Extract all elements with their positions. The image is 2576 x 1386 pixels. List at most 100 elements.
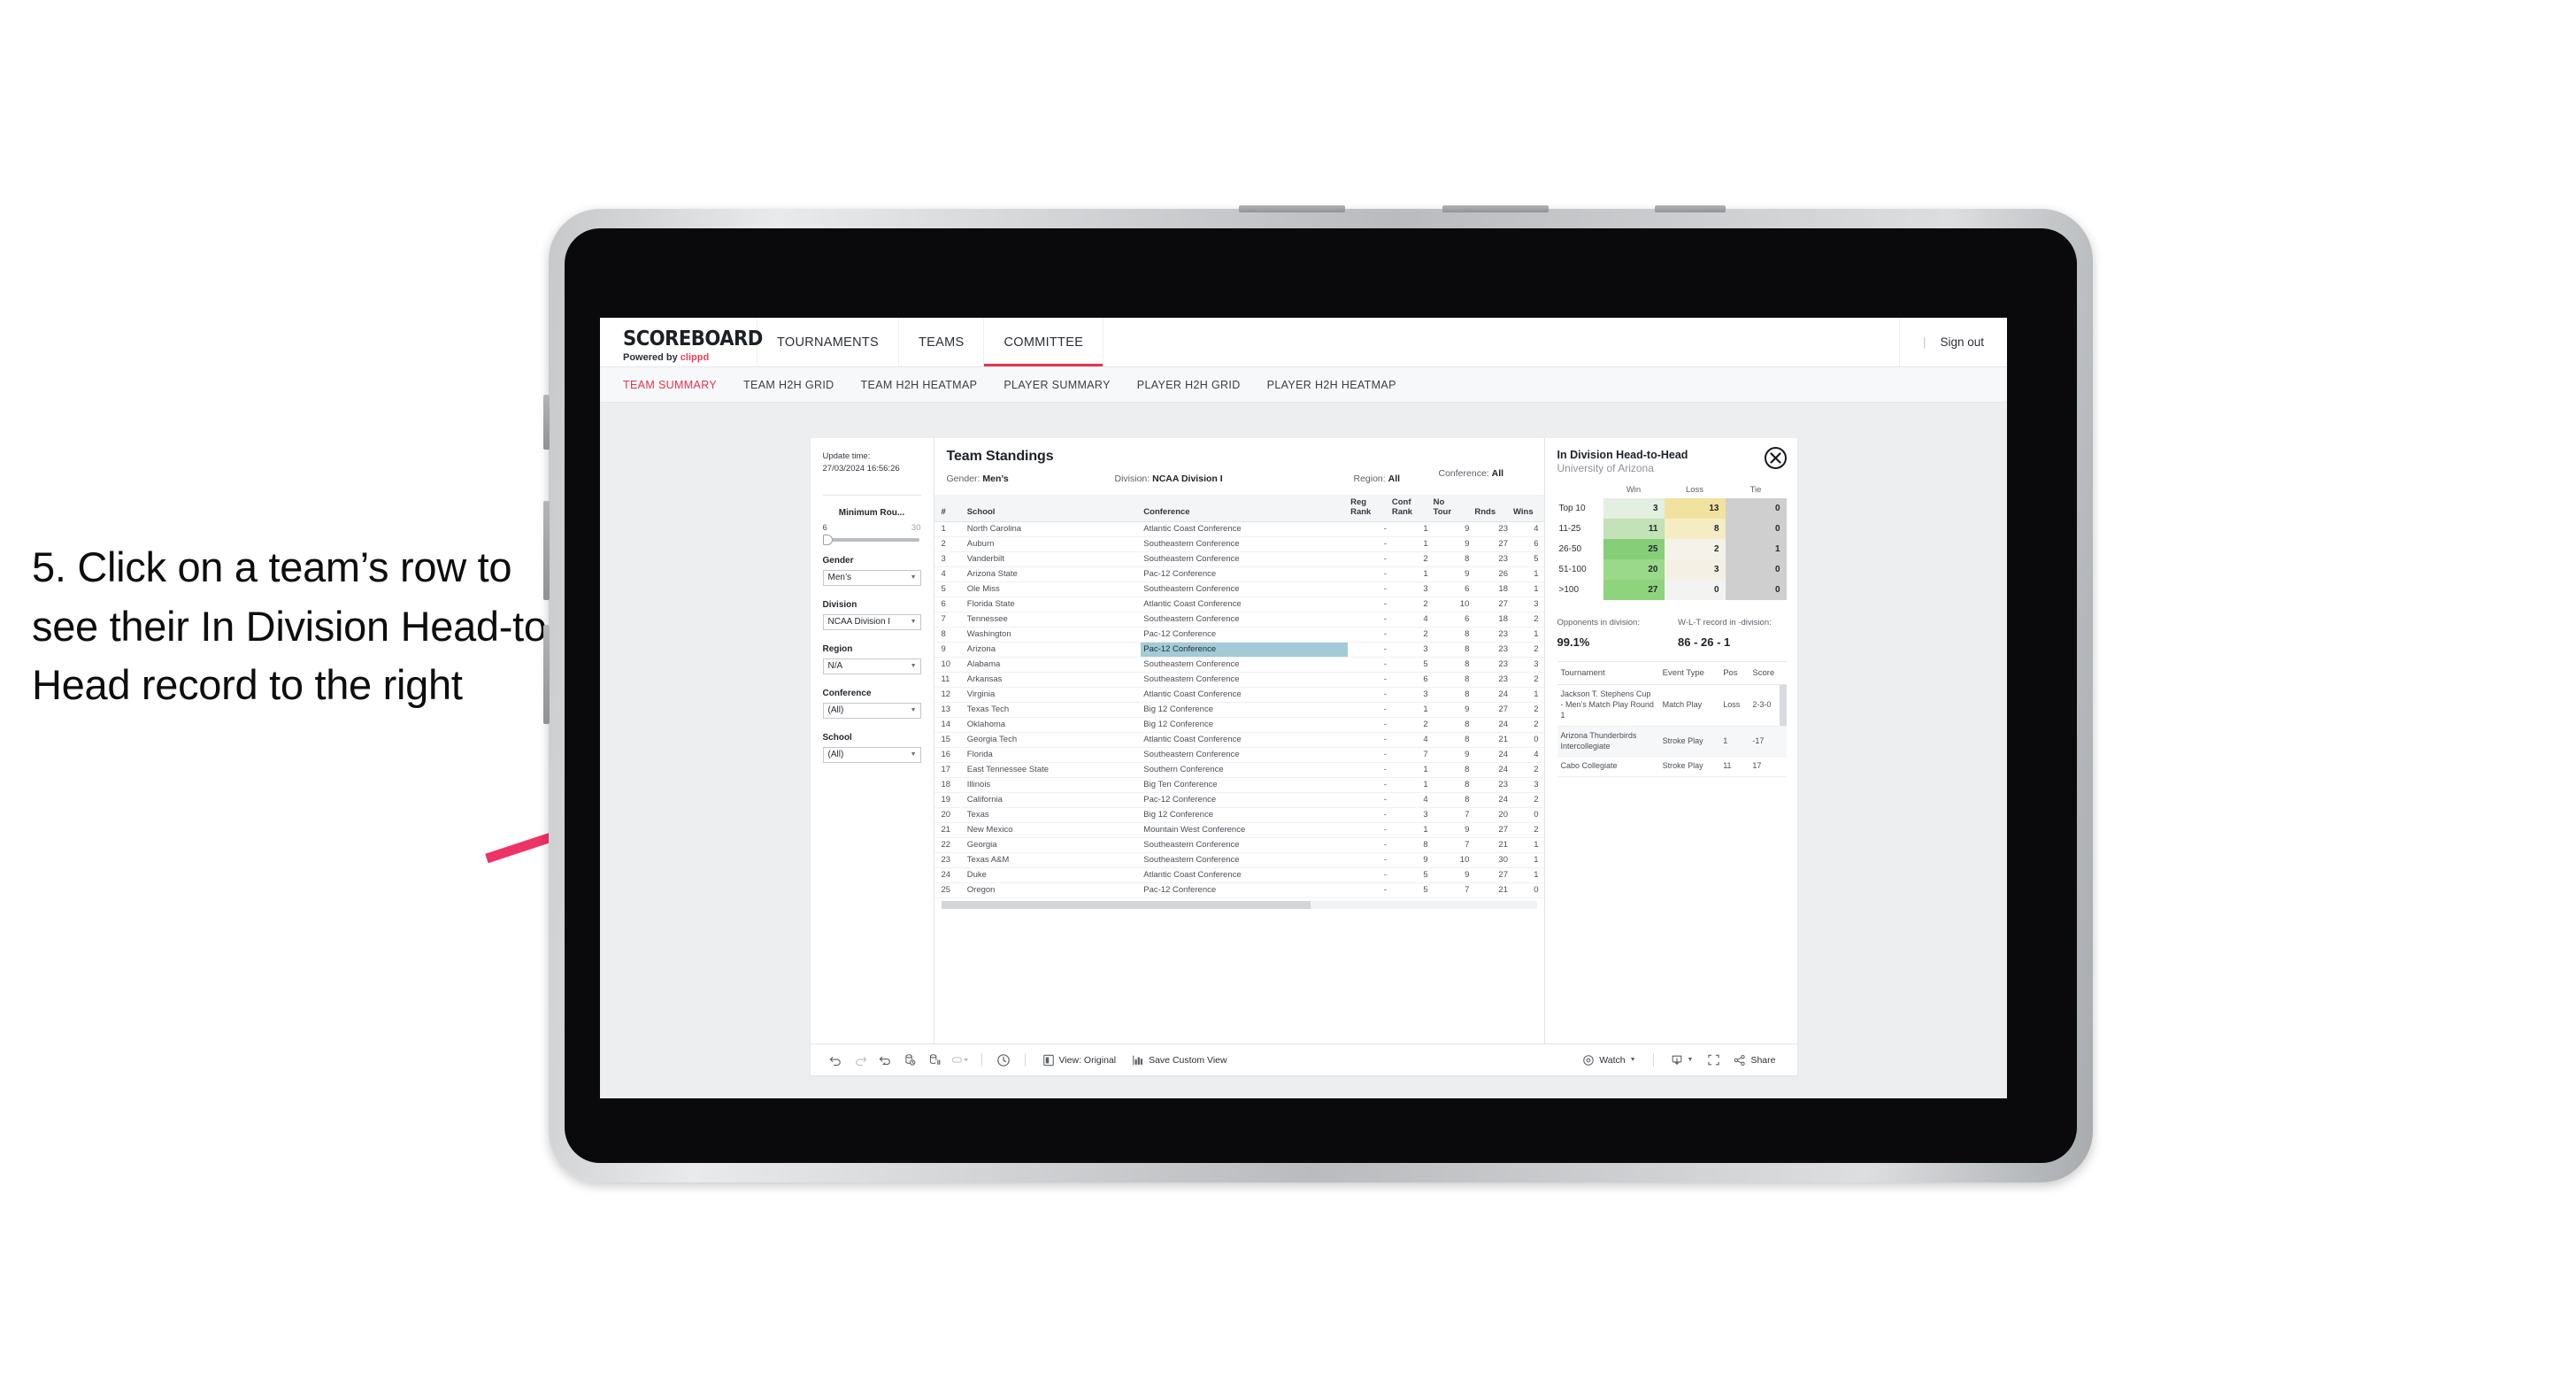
view-original-button[interactable]: View: Original [1035, 1049, 1124, 1072]
team-standings-panel: Team Standings Gender: Men’s Division: N… [934, 438, 1545, 1043]
table-row[interactable]: 8 Washington Pac-12 Conference -2 8 23 1 [934, 627, 1544, 643]
tab-player-h2h-heatmap[interactable]: PLAYER H2H HEATMAP [1267, 379, 1396, 391]
watch-button[interactable]: Watch ▼ [1575, 1049, 1642, 1072]
tab-team-summary[interactable]: TEAM SUMMARY [623, 379, 717, 391]
th-tournament[interactable]: Tournament [1557, 662, 1659, 685]
table-row[interactable]: 17 East Tennessee State Southern Conferenc… [934, 762, 1544, 778]
cell-wins: 3 [1511, 597, 1544, 612]
table-row[interactable]: 21 New Mexico Mountain West Conference -1 9 2… [934, 822, 1544, 838]
cell-conf: Pac-12 Conference [1141, 792, 1349, 808]
alerts-dropdown-icon[interactable] [949, 1049, 972, 1072]
cell-rank: 9 [934, 642, 965, 658]
cell-no-tour: 8 [1430, 732, 1473, 748]
th-conf-rank[interactable]: Conf Rank [1388, 495, 1431, 522]
table-row[interactable]: 19 California Pac-12 Conference -4 8 24 2 [934, 792, 1544, 808]
cell-conf-rank: 1 [1388, 536, 1431, 552]
nav-item-committee[interactable]: COMMITTEE [984, 318, 1104, 366]
tournament-name: Arizona Thunderbirds Intercollegiate [1557, 726, 1659, 758]
th-rnds[interactable]: Rnds [1472, 495, 1511, 522]
standings-hscroll-thumb[interactable] [941, 901, 1311, 910]
table-row[interactable]: 12 Virginia Atlantic Coast Conference -3 8 24… [934, 687, 1544, 703]
h2h-row: 51-100 20 3 0 [1557, 559, 1787, 580]
signout-link[interactable]: Sign out [1940, 335, 1984, 349]
cell-rank: 3 [934, 551, 965, 567]
cell-rnds: 24 [1472, 717, 1511, 733]
th-pos[interactable]: Pos [1719, 662, 1749, 685]
redo-icon[interactable] [850, 1049, 873, 1072]
nav-item-tournaments[interactable]: TOURNAMENTS [757, 318, 900, 366]
table-row[interactable]: 2 Auburn Southeastern Conference -1 9 27 6 [934, 536, 1544, 552]
refresh-data-icon[interactable] [899, 1049, 922, 1072]
th-school[interactable]: School [964, 495, 1142, 522]
school-select[interactable]: (All) ▼ [822, 746, 921, 763]
share-button[interactable]: Share [1726, 1049, 1782, 1072]
table-row[interactable]: 3 Vanderbilt Southeastern Conference -2 8 23 5 [934, 551, 1544, 567]
toolbar-divider-2 [1024, 1053, 1026, 1066]
table-row[interactable]: 7 Tennessee Southeastern Conference -4 6 18 2 [934, 612, 1544, 628]
th-score[interactable]: Score [1749, 662, 1787, 685]
th-wins[interactable]: Wins [1511, 495, 1544, 522]
table-row[interactable]: 25 Oregon Pac-12 Conference -5 7 21 0 [934, 882, 1544, 898]
cell-wins: 4 [1511, 521, 1544, 537]
cell-rank: 7 [934, 612, 965, 628]
minimum-rounds-slider[interactable] [822, 534, 919, 545]
view-history-icon[interactable] [992, 1049, 1015, 1072]
close-icon[interactable] [1764, 447, 1787, 469]
meta-conference-label: Conference: [1438, 468, 1489, 479]
table-row[interactable]: 24 Duke Atlantic Coast Conference -5 9 27 1 [934, 867, 1544, 883]
th-reg-rank[interactable]: Reg Rank [1348, 495, 1389, 522]
standings-hscroll-track[interactable] [941, 901, 1537, 910]
table-row[interactable]: 6 Florida State Atlantic Coast Conference -… [934, 597, 1544, 612]
table-row[interactable]: 5 Ole Miss Southeastern Conference -3 6 18 1 [934, 581, 1544, 597]
th-rank[interactable]: # [934, 495, 965, 522]
undo-icon[interactable] [825, 1049, 848, 1072]
table-row[interactable]: 23 Texas A&M Southeastern Conference -9 10 30… [934, 852, 1544, 868]
th-wins-l1: Wins [1513, 506, 1534, 517]
nav-item-teams[interactable]: TEAMS [899, 318, 985, 366]
table-row[interactable]: 13 Texas Tech Big 12 Conference -1 9 27 2 [934, 702, 1544, 718]
table-row[interactable]: 22 Georgia Southeastern Conference -8 7 21 1 [934, 837, 1544, 853]
table-row[interactable]: 1 North Carolina Atlantic Coast Conference… [934, 521, 1544, 537]
tournament-row[interactable]: Arizona Thunderbirds Intercollegiate Stro… [1557, 726, 1787, 758]
table-row[interactable]: 10 Alabama Southeastern Conference -5 8 23 3 [934, 657, 1544, 673]
th-conference[interactable]: Conference [1141, 495, 1349, 522]
tablet-device-frame: SCOREBOARD Powered by clippd TOURNAMENTS… [543, 205, 2093, 1182]
tablet-screen: SCOREBOARD Powered by clippd TOURNAMENTS… [565, 228, 2077, 1163]
table-row[interactable]: 20 Texas Big 12 Conference -3 7 20 0 [934, 807, 1544, 823]
download-button[interactable]: ▼ [1664, 1049, 1701, 1072]
table-row[interactable]: 14 Oklahoma Big 12 Conference -2 8 24 2 [934, 717, 1544, 733]
table-row[interactable]: 15 Georgia Tech Atlantic Coast Conference -… [934, 732, 1544, 748]
fullscreen-icon[interactable] [1702, 1049, 1725, 1072]
table-row[interactable]: 16 Florida Southeastern Conference -7 9 24 4 [934, 747, 1544, 763]
th-school-l1: School [966, 506, 996, 517]
table-row[interactable]: 11 Arkansas Southeastern Conference -6 8 23 2 [934, 672, 1544, 688]
cell-reg-rank: - [1348, 597, 1389, 612]
tournament-vscroll-thumb[interactable] [1779, 685, 1787, 726]
slider-thumb[interactable] [822, 534, 833, 545]
th-no-tour[interactable]: No Tour [1430, 495, 1473, 522]
save-custom-view-button[interactable]: Save Custom View [1125, 1049, 1234, 1072]
tab-team-h2h-grid[interactable]: TEAM H2H GRID [743, 379, 834, 391]
h2h-matrix: Win Loss Tie Top 10 3 13 0 11-25 11 8 0 26-50 25 2… [1557, 483, 1787, 600]
tournament-vscroll[interactable] [1779, 685, 1787, 774]
table-row[interactable]: 9 Arizona Pac-12 Conference -3 8 23 2 [934, 642, 1544, 658]
table-row[interactable]: 18 Illinois Big Ten Conference -1 8 23 3 [934, 777, 1544, 793]
table-row[interactable]: 4 Arizona State Pac-12 Conference -1 9 26 1 [934, 566, 1544, 582]
revert-icon[interactable] [874, 1049, 897, 1072]
tab-team-h2h-heatmap[interactable]: TEAM H2H HEATMAP [861, 379, 978, 391]
region-select[interactable]: N/A ▼ [822, 658, 921, 674]
division-select[interactable]: NCAA Division I ▼ [822, 613, 921, 630]
pause-auto-updates-icon[interactable] [924, 1049, 947, 1072]
brand-logo[interactable]: SCOREBOARD Powered by clippd [600, 318, 763, 366]
tournament-event-type: Stroke Play [1658, 756, 1720, 778]
update-time: Update time: 27/03/2024 16:56:26 [823, 450, 921, 475]
tab-player-summary[interactable]: PLAYER SUMMARY [1003, 379, 1110, 391]
tournament-row[interactable]: Cabo Collegiate Stroke Play 11 17 [1557, 756, 1787, 778]
conference-select[interactable]: (All) ▼ [822, 702, 921, 719]
th-event-type[interactable]: Event Type [1658, 662, 1720, 685]
tournament-row[interactable]: Jackson T. Stephens Cup - Men’s Match Pl… [1557, 684, 1787, 727]
cell-reg-rank: - [1348, 627, 1389, 643]
tab-player-h2h-grid[interactable]: PLAYER H2H GRID [1137, 379, 1241, 391]
standings-hscroll[interactable] [934, 897, 1544, 912]
gender-select[interactable]: Men’s ▼ [822, 569, 921, 586]
